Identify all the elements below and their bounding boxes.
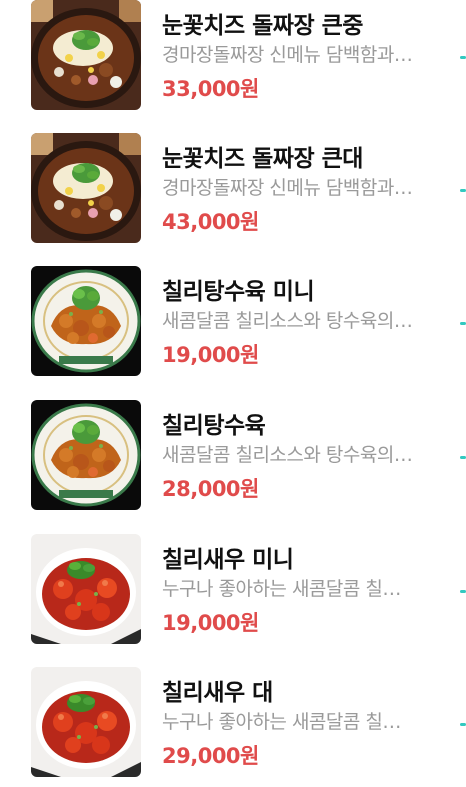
edge-indicator bbox=[460, 590, 466, 593]
dish-image[interactable] bbox=[31, 667, 141, 777]
menu-item-name: 눈꽃치즈 돌짜장 큰대 bbox=[162, 146, 363, 172]
menu-item-name: 칠리탕수육 미니 bbox=[162, 279, 315, 305]
dish-image[interactable] bbox=[31, 400, 141, 510]
menu-item-name: 칠리새우 미니 bbox=[162, 547, 294, 573]
menu-item-description: 새콤달콤 칠리소스와 탕수육의 만남 bbox=[162, 444, 418, 466]
menu-item-cheese-jjajang-large[interactable]: 눈꽃치즈 돌짜장 큰대 경마장돌짜장 신메뉴 담백함과 고소함 43,000원 bbox=[0, 133, 466, 243]
menu-item-description: 경마장돌짜장 신메뉴 담백함과 고소함 bbox=[162, 44, 418, 66]
menu-item-price: 19,000원 bbox=[162, 343, 259, 367]
cheese-jjajang-dish-image bbox=[31, 0, 141, 110]
cheese-jjajang-dish-image bbox=[31, 133, 141, 243]
menu-item-price: 29,000원 bbox=[162, 744, 259, 768]
menu-item-name: 칠리새우 대 bbox=[162, 680, 273, 706]
chili-shrimp-dish-image bbox=[31, 534, 141, 644]
dish-image[interactable] bbox=[31, 0, 141, 110]
chili-tangsuyuk-dish-image bbox=[31, 266, 141, 376]
chili-shrimp-dish-image bbox=[31, 667, 141, 777]
menu-item-chili-tangsuyuk[interactable]: 칠리탕수육 새콤달콤 칠리소스와 탕수육의 만남 28,000원 bbox=[0, 400, 466, 510]
chili-tangsuyuk-dish-image bbox=[31, 400, 141, 510]
menu-item-price: 19,000원 bbox=[162, 611, 259, 635]
dish-image[interactable] bbox=[31, 534, 141, 644]
menu-item-description: 경마장돌짜장 신메뉴 담백함과 고소함 bbox=[162, 177, 418, 199]
menu-item-chili-tangsuyuk-mini[interactable]: 칠리탕수육 미니 새콤달콤 칠리소스와 탕수육의 만남 19,000원 bbox=[0, 266, 466, 376]
menu-item-description: 누구나 좋아하는 새콤달콤 칠리새우 bbox=[162, 711, 418, 733]
edge-indicator bbox=[460, 189, 466, 192]
menu-item-chili-shrimp-mini[interactable]: 칠리새우 미니 누구나 좋아하는 새콤달콤 칠리새우 19,000원 bbox=[0, 534, 466, 644]
edge-indicator bbox=[460, 322, 466, 325]
dish-image[interactable] bbox=[31, 133, 141, 243]
edge-indicator bbox=[460, 56, 466, 59]
edge-indicator bbox=[460, 456, 466, 459]
menu-item-chili-shrimp-large[interactable]: 칠리새우 대 누구나 좋아하는 새콤달콤 칠리새우 29,000원 bbox=[0, 667, 466, 777]
edge-indicator bbox=[460, 723, 466, 726]
menu-item-price: 33,000원 bbox=[162, 77, 259, 101]
menu-item-cheese-jjajang-medium[interactable]: 눈꽃치즈 돌짜장 큰중 경마장돌짜장 신메뉴 담백함과 고소함 33,000원 bbox=[0, 0, 466, 110]
menu-item-name: 칠리탕수육 bbox=[162, 413, 266, 439]
menu-item-price: 28,000원 bbox=[162, 477, 259, 501]
menu-item-name: 눈꽃치즈 돌짜장 큰중 bbox=[162, 13, 363, 39]
menu-item-price: 43,000원 bbox=[162, 210, 259, 234]
menu-item-description: 누구나 좋아하는 새콤달콤 칠리새우 bbox=[162, 578, 418, 600]
dish-image[interactable] bbox=[31, 266, 141, 376]
menu-item-description: 새콤달콤 칠리소스와 탕수육의 만남 bbox=[162, 310, 418, 332]
